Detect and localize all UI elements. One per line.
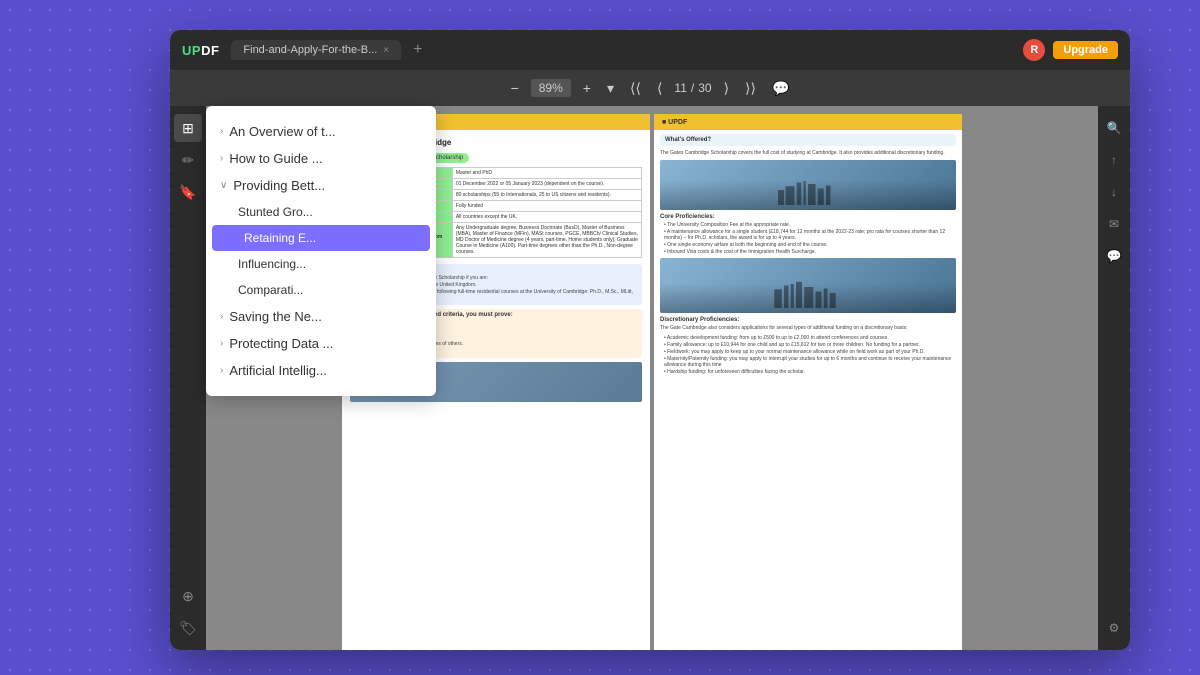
right-icon-download[interactable]: ↓ (1100, 178, 1128, 206)
left-sidebar: ⊞ ✏ 🔖 ⊕ 🏷 (170, 106, 206, 650)
chevron-right-icon: › (220, 153, 223, 164)
chevron-right-icon: › (220, 338, 223, 349)
nav-next-btn[interactable]: ⟩ (720, 78, 733, 99)
outline-item-stunted[interactable]: Stunted Gro... (206, 199, 436, 225)
nav-last-btn[interactable]: ⟩⟩ (741, 78, 760, 99)
outline-item-howto[interactable]: › How to Guide ... (206, 145, 436, 172)
sidebar-icon-bookmark[interactable]: 🔖 (174, 178, 202, 206)
disc-item: Maternity/Paternity funding: you may app… (660, 356, 956, 368)
disc-item: Family allowance: up to £10,944 for one … (660, 342, 956, 348)
right-icon-share[interactable]: ✉ (1100, 210, 1128, 238)
cambridge-building-image-top (660, 160, 956, 210)
whats-offered-box: What's Offered? (660, 134, 956, 146)
table-cell: Any Undergraduate degree, Business Docto… (452, 223, 641, 258)
right-icon-comment[interactable]: 💬 (1100, 242, 1128, 270)
table-cell: 80 scholarships (55 to Internationals, 2… (452, 190, 641, 201)
page-current: 11 (674, 81, 686, 95)
toolbar: − 89% + ▾ ⟨⟨ ⟨ 11 / 30 ⟩ ⟩⟩ 💬 (170, 70, 1130, 106)
core-item: The University Composition Fee at the ap… (660, 222, 956, 228)
page-display: 11 / 30 (674, 81, 711, 95)
table-cell: Fully funded (452, 201, 641, 212)
core-item: Inbound Visa costs & the cost of the Imm… (660, 249, 956, 255)
right-toolbar: 🔍 ↑ ↓ ✉ 💬 ⚙ (1098, 106, 1130, 650)
outline-item-label: Providing Bett... (233, 178, 325, 193)
user-avatar[interactable]: R (1023, 39, 1045, 61)
tab-close-btn[interactable]: × (383, 45, 389, 56)
sidebar-icon-bookmark2[interactable]: 🏷 (174, 614, 202, 642)
right-icon-upload[interactable]: ↑ (1100, 146, 1128, 174)
outline-item-protecting[interactable]: › Protecting Data ... (206, 330, 436, 357)
upgrade-button[interactable]: Upgrade (1053, 41, 1118, 59)
outline-item-label: Comparati... (238, 283, 303, 297)
pdf-header-right: ■ UPDF (654, 114, 962, 130)
pdf-page-right: ■ UPDF What's Offered? The Gates Cambrid… (654, 114, 962, 650)
whats-offered-title: What's Offered? (665, 137, 951, 143)
zoom-level: 89% (531, 79, 571, 97)
disc-item: Fieldwork: you may apply to keep up to y… (660, 349, 956, 355)
outline-item-influencing[interactable]: Influencing... (206, 251, 436, 277)
nav-prev-btn[interactable]: ⟨ (653, 78, 666, 99)
cambridge-building-image-bottom (660, 258, 956, 313)
outline-item-overview[interactable]: › An Overview of t... (206, 118, 436, 145)
nav-first-btn[interactable]: ⟨⟨ (626, 78, 645, 99)
table-cell: All countries except the UK. (452, 212, 641, 223)
title-bar: UPDF Find-and-Apply-For-the-B... × + R U… (170, 30, 1130, 70)
app-window: UPDF Find-and-Apply-For-the-B... × + R U… (170, 30, 1130, 650)
outline-item-label: Influencing... (238, 257, 306, 271)
table-cell: 01 December 2022 or 05 January 2023 (dep… (452, 179, 641, 190)
disc-item: Hardship funding: for unforeseen difficu… (660, 369, 956, 375)
core-title: Core Proficiencies: (660, 214, 956, 220)
new-tab-btn[interactable]: + (413, 41, 422, 59)
right-icon-search[interactable]: 🔍 (1100, 114, 1128, 142)
outline-item-ai[interactable]: › Artificial Intellig... (206, 357, 436, 384)
outline-item-comparati[interactable]: Comparati... (206, 277, 436, 303)
core-item: One single economy airfare at both the b… (660, 242, 956, 248)
outline-panel: › An Overview of t... › How to Guide ...… (206, 106, 436, 396)
outline-item-label: How to Guide ... (229, 151, 322, 166)
chevron-down-icon: ∨ (220, 180, 227, 191)
pdf-content-right: What's Offered? The Gates Cambridge Scho… (654, 130, 962, 380)
core-item: A maintenance allowance for a single stu… (660, 229, 956, 241)
page-separator: / (691, 81, 694, 95)
outline-item-retaining[interactable]: Retaining E... (212, 225, 430, 251)
zoom-out-btn[interactable]: − (507, 78, 523, 98)
tab-title: Find-and-Apply-For-the-B... (243, 44, 377, 56)
right-icon-settings[interactable]: ⚙ (1100, 614, 1128, 642)
table-cell: Master and PhD (452, 168, 641, 179)
outline-item-label: Protecting Data ... (229, 336, 333, 351)
disc-item: Academic development funding: from up to… (660, 335, 956, 341)
page-total: 30 (698, 81, 711, 95)
logo-text: DF (201, 43, 219, 58)
outline-item-label: Saving the Ne... (229, 309, 322, 324)
app-logo: UPDF (182, 43, 219, 58)
discretionary-title: Discretionary Proficiencies: (660, 317, 956, 323)
chevron-right-icon: › (220, 126, 223, 137)
sidebar-icon-annotate[interactable]: ✏ (174, 146, 202, 174)
chevron-right-icon: › (220, 311, 223, 322)
building-svg-2 (690, 278, 927, 308)
sidebar-icon-spreadsheet[interactable]: ⊞ (174, 114, 202, 142)
sidebar-icon-layers[interactable]: ⊕ (174, 582, 202, 610)
logo-accent: UP (182, 43, 201, 58)
discretionary-intro: The Gate Cambridge also considers applic… (660, 325, 956, 332)
chevron-right-icon: › (220, 365, 223, 376)
pdf-logo-right: ■ UPDF (662, 119, 687, 126)
outline-item-saving[interactable]: › Saving the Ne... (206, 303, 436, 330)
comment-btn[interactable]: 💬 (768, 78, 793, 99)
zoom-dropdown-btn[interactable]: ▾ (603, 78, 618, 99)
outline-item-label: Retaining E... (244, 231, 316, 245)
outline-item-label: An Overview of t... (229, 124, 335, 139)
active-tab[interactable]: Find-and-Apply-For-the-B... × (231, 40, 401, 60)
outline-item-providing[interactable]: ∨ Providing Bett... (206, 172, 436, 199)
zoom-in-btn[interactable]: + (579, 78, 595, 98)
building-svg (690, 175, 927, 205)
scholarship-description: The Gates Cambridge Scholarship covers t… (660, 150, 956, 157)
outline-item-label: Stunted Gro... (238, 205, 313, 219)
outline-item-label: Artificial Intellig... (229, 363, 327, 378)
